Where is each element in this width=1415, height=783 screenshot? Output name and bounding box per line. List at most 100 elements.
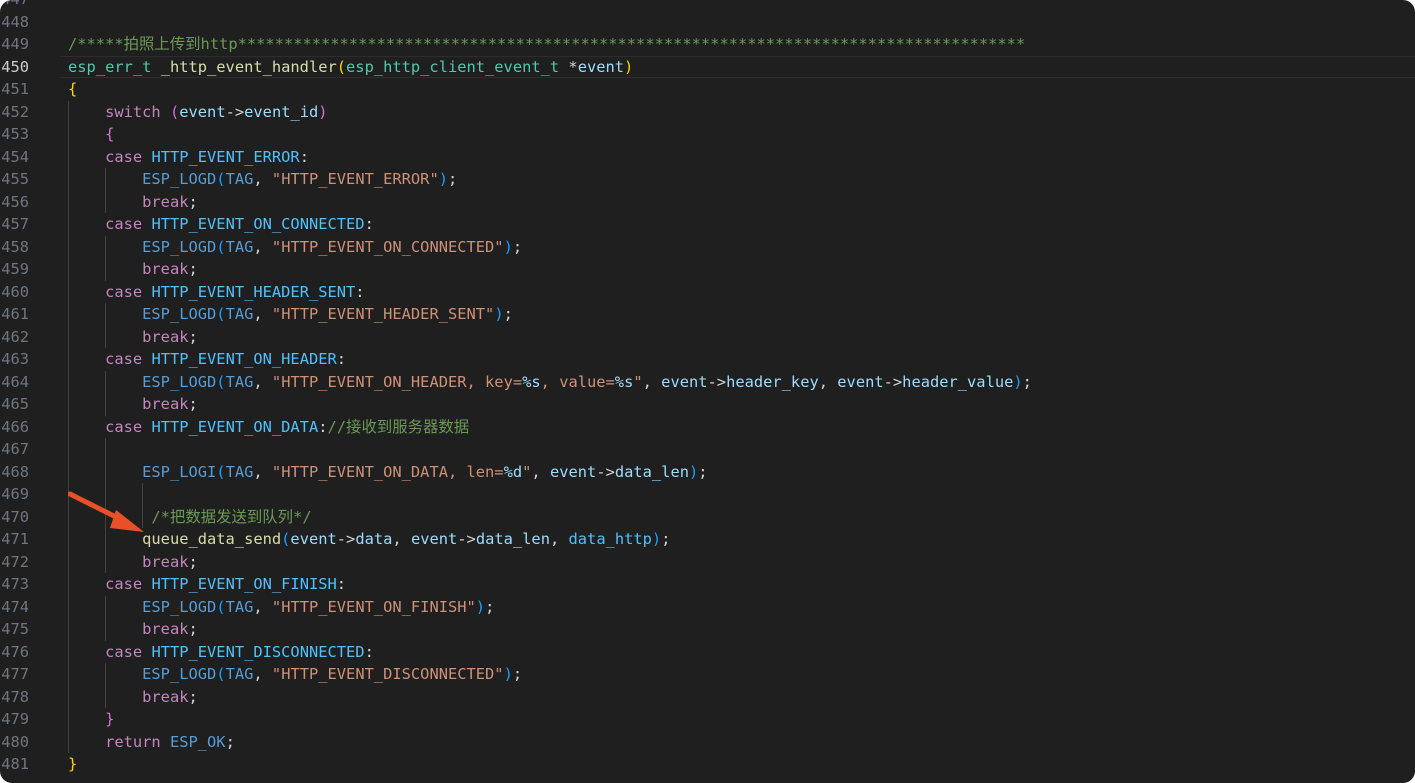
line-number: 477 — [1, 665, 29, 683]
code-line[interactable]: 454 case HTTP_EVENT_ERROR: — [0, 145, 1415, 168]
code-token: ; — [512, 237, 523, 256]
code-lines[interactable]: 447448 449 /*****拍照上传到http****************… — [0, 0, 1415, 776]
code-token: , — [253, 305, 272, 323]
code-token: ; — [188, 395, 198, 413]
code-token: "HTTP_EVENT_HEADER_SENT" — [271, 305, 495, 323]
code-line[interactable]: 460 case HTTP_EVENT_HEADER_SENT: — [0, 280, 1415, 304]
line-number: 459 — [1, 260, 29, 278]
code-line[interactable]: 456 break; — [0, 190, 1415, 214]
code-token: ESP_LOGD — [142, 372, 217, 391]
code-token: %s — [614, 372, 634, 391]
code-token: ) — [503, 237, 513, 256]
code-token: TAG — [225, 462, 254, 481]
code-token: -> — [457, 530, 476, 548]
code-token: ( — [216, 305, 226, 323]
code-token: TAG — [225, 665, 254, 683]
code-line[interactable]: 470 /*把数据发送到队列*/ — [0, 505, 1415, 528]
code-token: ; — [188, 327, 198, 346]
code-line[interactable]: 462 break; — [0, 325, 1415, 348]
code-token: , — [253, 597, 272, 616]
code-token: , — [531, 462, 550, 481]
code-text: break; — [68, 551, 198, 574]
code-line[interactable]: 468 ESP_LOGI(TAG, "HTTP_EVENT_ON_DATA, l… — [0, 460, 1415, 484]
code-line[interactable]: 477 ESP_LOGD(TAG, "HTTP_EVENT_DISCONNECT… — [0, 663, 1415, 686]
code-editor[interactable]: 447448 449 /*****拍照上传到http****************… — [0, 0, 1415, 783]
code-token: ) — [624, 57, 634, 76]
code-token: ; — [512, 665, 523, 683]
code-token: break — [142, 260, 189, 278]
code-line[interactable]: 481} — [0, 753, 1415, 776]
code-token: queue_data_send — [142, 530, 282, 548]
code-text: break; — [68, 191, 198, 214]
code-line[interactable]: 474 ESP_LOGD(TAG, "HTTP_EVENT_ON_FINISH"… — [0, 595, 1415, 618]
code-token: -> — [883, 372, 903, 391]
code-token: case — [105, 575, 143, 593]
code-token: ) — [318, 102, 328, 121]
code-token: header_key — [726, 372, 819, 391]
code-line[interactable]: 469 — [0, 483, 1415, 506]
code-line[interactable]: 475 break; — [0, 618, 1415, 641]
line-number: 463 — [1, 350, 29, 368]
code-line[interactable]: 461 ESP_LOGD(TAG, "HTTP_EVENT_HEADER_SEN… — [0, 303, 1415, 326]
code-line[interactable]: 466 case HTTP_EVENT_ON_DATA://接收到服务器数据 — [0, 415, 1415, 438]
code-token: -> — [336, 530, 356, 548]
code-line[interactable]: 472 break; — [0, 550, 1415, 574]
code-token: TAG — [225, 305, 254, 323]
code-token: //接收到服务器数据 — [327, 417, 470, 436]
code-line[interactable]: 457 case HTTP_EVENT_ON_CONNECTED: — [0, 213, 1415, 236]
code-line[interactable]: 480 return ESP_OK; — [0, 730, 1415, 753]
code-text: { — [68, 78, 77, 101]
code-line[interactable]: 464 ESP_LOGD(TAG, "HTTP_EVENT_ON_HEADER,… — [0, 370, 1415, 393]
code-line[interactable]: 451 { — [0, 78, 1415, 101]
code-line[interactable]: 463 case HTTP_EVENT_ON_HEADER: — [0, 348, 1415, 371]
code-token: event — [549, 462, 597, 481]
code-line[interactable]: 447 — [0, 0, 1415, 11]
code-line[interactable]: 473 case HTTP_EVENT_ON_FINISH: — [0, 573, 1415, 596]
code-line[interactable]: 449 /*****拍照上传到http**********************… — [0, 33, 1415, 56]
code-line[interactable]: 465 break; — [0, 393, 1415, 416]
code-line[interactable]: 478 break; — [0, 685, 1415, 709]
line-number: 450 — [1, 57, 29, 76]
code-token: , — [549, 530, 569, 548]
code-line[interactable]: 476 case HTTP_EVENT_DISCONNECTED: — [0, 640, 1415, 663]
line-number: 460 — [1, 282, 29, 301]
code-token: -> — [596, 462, 615, 481]
code-token: ) — [438, 170, 448, 188]
code-token: : — [318, 417, 328, 436]
code-line[interactable]: 459 break; — [0, 258, 1415, 281]
code-token: ( — [216, 665, 226, 683]
code-text: break; — [68, 686, 198, 709]
code-line[interactable]: 467 — [0, 438, 1415, 461]
code-token: ) — [688, 462, 699, 481]
code-text: { — [68, 123, 114, 146]
code-text: ESP_LOGD(TAG, "HTTP_EVENT_DISCONNECTED")… — [68, 663, 522, 686]
code-line[interactable]: 453 { — [0, 123, 1415, 146]
line-number: 454 — [1, 147, 29, 166]
code-text: case HTTP_EVENT_HEADER_SENT: — [68, 281, 365, 304]
code-line[interactable]: 448 — [0, 11, 1415, 34]
code-token: : — [364, 642, 374, 661]
code-token: %d — [503, 462, 523, 481]
code-line[interactable]: 458 ESP_LOGD(TAG, "HTTP_EVENT_ON_CONNECT… — [0, 235, 1415, 258]
code-line[interactable]: 479 } — [0, 708, 1415, 731]
code-line[interactable]: 450 esp_err_t _http_event_handler(esp_htt… — [0, 55, 1415, 78]
code-text: ESP_LOGI(TAG, "HTTP_EVENT_ON_DATA, len=%… — [68, 461, 707, 484]
code-token: , value= — [540, 372, 615, 391]
code-token: ; — [225, 732, 235, 751]
code-token: case — [105, 350, 143, 368]
code-text: /*****拍照上传到http*************************… — [68, 33, 1025, 56]
code-token: %s — [522, 372, 541, 391]
code-line[interactable]: 455 ESP_LOGD(TAG, "HTTP_EVENT_ERROR"); — [0, 168, 1415, 191]
code-token: case — [105, 282, 143, 301]
code-line[interactable]: 452 switch (event->event_id) — [0, 100, 1415, 123]
code-text: case HTTP_EVENT_ON_HEADER: — [68, 348, 346, 371]
code-line[interactable]: 471 queue_data_send(event->data, event->… — [0, 528, 1415, 551]
